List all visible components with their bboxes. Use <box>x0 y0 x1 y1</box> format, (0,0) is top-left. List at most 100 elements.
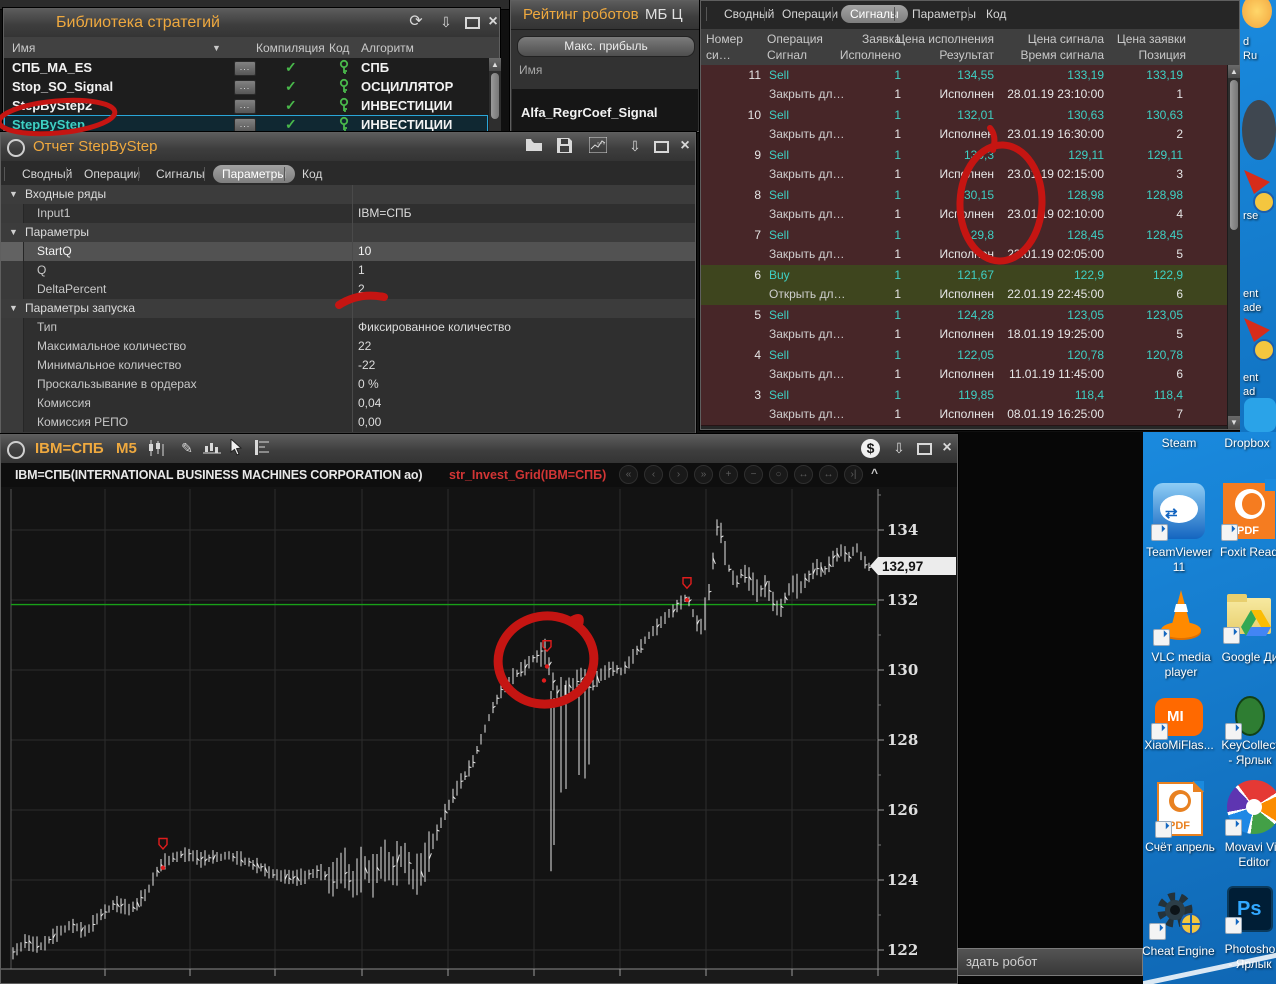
money-mode-icon[interactable]: $ <box>861 439 880 458</box>
library-row[interactable]: СПБ_МА_ES...✓СПБ <box>4 58 488 78</box>
scroll-down-button[interactable]: ▼ <box>1228 416 1240 429</box>
parameter-row[interactable]: Q1 <box>1 261 695 281</box>
signal-row[interactable]: 6Buy1121,67122,9122,9Открыть дл…1Исполне… <box>701 265 1227 306</box>
parameter-value[interactable]: IBM=СПБ <box>358 206 412 220</box>
row-options-button[interactable]: ... <box>234 61 256 76</box>
parameter-value[interactable]: 22 <box>358 339 371 353</box>
maximize-icon[interactable] <box>914 439 934 459</box>
scroll-up-button[interactable]: ▲ <box>1228 65 1240 78</box>
row-options-button[interactable]: ... <box>234 99 256 114</box>
save-icon[interactable] <box>557 138 577 153</box>
collapse-arrow-icon[interactable]: ▼ <box>9 303 18 313</box>
signals-tab-2[interactable]: Операции <box>773 5 847 23</box>
signal-row[interactable]: 10Sell1132,01130,63130,63Закрыть дл…1Исп… <box>701 105 1227 146</box>
code-key-icon[interactable] <box>337 59 351 75</box>
desktop-icon-foxit[interactable]: PDF <box>1223 483 1275 539</box>
scrollbar-thumb[interactable] <box>1230 80 1238 230</box>
minimize-icon[interactable] <box>651 137 671 157</box>
code-key-icon[interactable] <box>337 78 351 94</box>
header-5[interactable]: Цена сигнала <box>994 31 1104 47</box>
desktop-icon-xiaomi[interactable]: MI <box>1153 696 1205 738</box>
code-key-icon[interactable] <box>337 97 351 113</box>
strategy-library-titlebar[interactable]: Библиотека стратегий ⟳ ⇩ × <box>4 9 499 38</box>
nav-button-7[interactable]: ○ <box>769 465 788 484</box>
desktop-icon-cheatengine[interactable] <box>1151 884 1205 938</box>
collapse-chevron-icon[interactable]: ^ <box>871 466 878 480</box>
parameter-value[interactable]: Фиксированное количество <box>358 320 511 334</box>
signals-tab-5[interactable]: Код <box>977 5 1015 23</box>
download-icon[interactable]: ⇩ <box>889 439 909 457</box>
parameter-row[interactable]: ТипФиксированное количество <box>1 318 695 338</box>
report-titlebar[interactable]: Отчет StepByStep ₀₊₀ ⇩ × <box>1 133 695 162</box>
signals-scrollbar[interactable]: ▲ ▼ <box>1227 65 1240 429</box>
desktop-icon-teamviewer[interactable]: ⇄ <box>1153 483 1205 539</box>
download-icon[interactable]: ⇩ <box>625 137 645 155</box>
refresh-icon[interactable]: ⟳ <box>406 13 426 31</box>
signal-row[interactable]: 8Sell1130,15128,98128,98Закрыть дл…1Испо… <box>701 185 1227 226</box>
parameter-row[interactable]: Проскальзывание в ордерах0 % <box>1 375 695 395</box>
desktop-icon-vlc[interactable] <box>1155 588 1207 644</box>
library-scrollbar[interactable]: ▲ <box>488 58 501 132</box>
pattern-tool-icon[interactable] <box>203 440 223 456</box>
minimize-icon[interactable] <box>462 13 482 33</box>
header-3[interactable]: Заявка <box>821 31 901 47</box>
signal-row[interactable]: 7Sell1129,8128,45128,45Закрыть дл…1Испол… <box>701 225 1227 266</box>
col-algo[interactable]: Алгоритм <box>361 40 414 56</box>
nav-button-5[interactable]: + <box>719 465 738 484</box>
parameter-group-row[interactable]: ▼Параметры запуска <box>1 299 695 319</box>
parameter-row[interactable]: Комиссия0,04 <box>1 394 695 414</box>
parameter-value[interactable]: 10 <box>358 244 371 258</box>
signals-tab-3[interactable]: Сигналы <box>841 5 908 23</box>
parameter-group-row[interactable]: ▼Входные ряды <box>1 185 695 205</box>
scroll-up-button[interactable]: ▲ <box>489 58 501 71</box>
collapse-arrow-icon[interactable]: ▼ <box>9 189 18 199</box>
equity-chart-icon[interactable]: ₀₊₀ <box>589 137 609 153</box>
parameter-value[interactable]: 0,04 <box>358 396 381 410</box>
scrollbar-thumb[interactable] <box>491 73 499 119</box>
parameter-row[interactable]: Максимальное количество22 <box>1 337 695 357</box>
chart-titlebar[interactable]: IBM=СПБ M5 ✎ $ ⇩ × <box>1 435 957 464</box>
sort-arrow-icon[interactable]: ▼ <box>212 40 221 56</box>
nav-button-8[interactable]: ↔ <box>794 465 813 484</box>
report-tab-1[interactable]: Сводный <box>13 165 81 183</box>
row-options-button[interactable]: ... <box>234 80 256 95</box>
signal-row[interactable]: 5Sell1124,28123,05123,05Закрыть дл…1Испо… <box>701 305 1227 346</box>
library-row[interactable]: StepByStep2...✓ИНВЕСТИЦИИ <box>4 96 488 116</box>
parameter-value[interactable]: 0,00 <box>358 415 381 429</box>
levels-tool-icon[interactable] <box>255 440 275 455</box>
robot-list-row[interactable]: Alfa_RegrCoef_Signal <box>512 89 698 131</box>
signal-row[interactable]: 4Sell1122,05120,78120,78Закрыть дл…1Испо… <box>701 345 1227 386</box>
row-options-button[interactable]: ... <box>234 118 256 133</box>
pencil-tool-icon[interactable]: ✎ <box>177 439 197 457</box>
signal-row[interactable]: 11Sell1134,55133,19133,19Закрыть дл…1Исп… <box>701 65 1227 106</box>
create-robot-button[interactable]: здать робот <box>957 948 1143 976</box>
max-profit-button[interactable]: Макс. прибыль <box>517 36 695 57</box>
parameter-value[interactable]: -22 <box>358 358 375 372</box>
nav-button-6[interactable]: − <box>744 465 763 484</box>
signal-row[interactable]: 9Sell1130,3129,11129,11Закрыть дл…1Испол… <box>701 145 1227 186</box>
parameter-value[interactable]: 1 <box>358 263 365 277</box>
cursor-tool-icon[interactable] <box>229 439 249 456</box>
parameter-row[interactable]: StartQ10 <box>1 242 695 262</box>
close-icon[interactable]: × <box>483 13 503 31</box>
parameter-row[interactable]: DeltaPercent2 <box>1 280 695 300</box>
close-icon[interactable]: × <box>675 137 695 155</box>
code-key-icon[interactable] <box>337 116 351 132</box>
candles-tool-icon[interactable] <box>147 440 167 456</box>
report-tab-5[interactable]: Код <box>293 165 331 183</box>
report-tab-4[interactable]: Параметры <box>213 165 295 183</box>
col-name[interactable]: Имя <box>12 40 35 56</box>
parameter-group-row[interactable]: ▼Параметры <box>1 223 695 243</box>
nav-button-2[interactable]: ‹ <box>644 465 663 484</box>
collapse-arrow-icon[interactable]: ▼ <box>9 227 18 237</box>
chart-canvas[interactable]: 134132130128126124122132,97 <box>1 487 957 983</box>
parameter-row[interactable]: Input1IBM=СПБ <box>1 204 695 224</box>
nav-button-3[interactable]: › <box>669 465 688 484</box>
header-1[interactable]: Номер си… <box>706 31 762 63</box>
robot-rating-titlebar[interactable]: Рейтинг роботов МБ Ц <box>511 1 699 30</box>
parameter-row[interactable]: Комиссия РЕПО0,00 <box>1 413 695 433</box>
desktop-icon-movavi[interactable] <box>1227 780 1276 834</box>
signal-row[interactable]: 3Sell1119,85118,4118,4Закрыть дл…1Исполн… <box>701 385 1227 426</box>
header-4[interactable]: Цена исполнения <box>894 31 994 47</box>
open-folder-icon[interactable] <box>525 138 545 152</box>
